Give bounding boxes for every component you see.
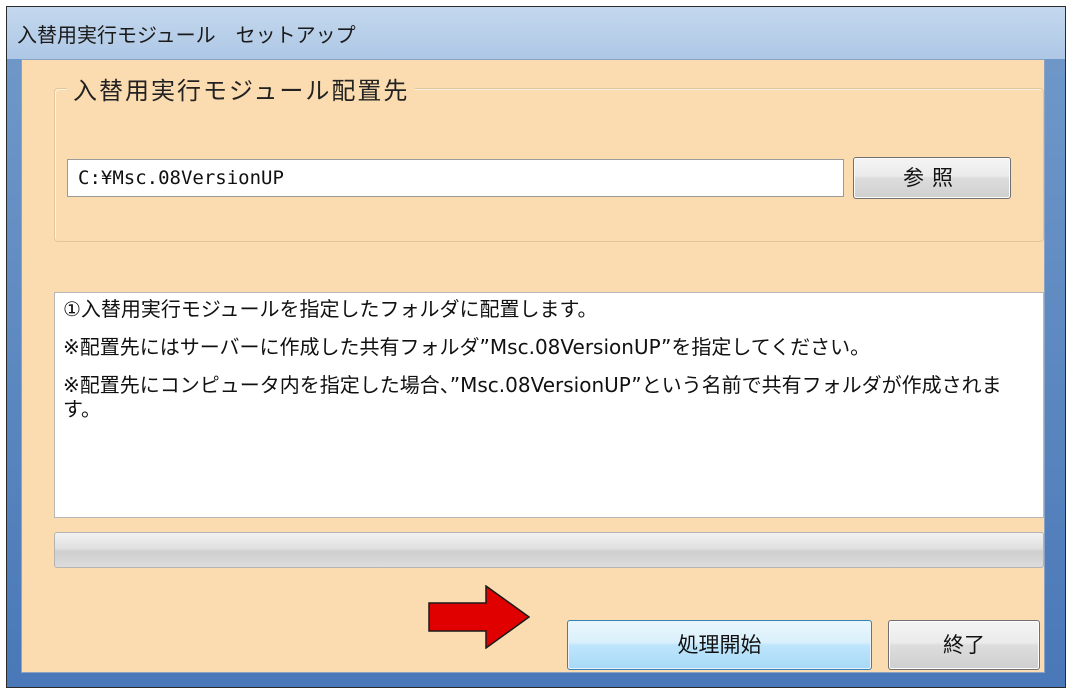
message-area: ①入替用実行モジュールを指定したフォルダに配置します。 ※配置先にはサーバーに作… [54, 292, 1044, 518]
dialog-body: 入替用実行モジュール配置先 参照 ①入替用実行モジュールを指定したフォルダに配置… [21, 59, 1045, 673]
setup-window: 入替用実行モジュール セットアップ 入替用実行モジュール配置先 参照 ①入替用実… [6, 6, 1066, 688]
message-line-3: ※配置先にコンピュータ内を指定した場合、”Msc.08VersionUP”という… [63, 373, 1002, 421]
window-title: 入替用実行モジュール セットアップ [17, 23, 356, 47]
message-line-1: ①入替用実行モジュールを指定したフォルダに配置します。 [63, 297, 598, 321]
message-line-2: ※配置先にはサーバーに作成した共有フォルダ”Msc.08VersionUP”を指… [63, 335, 871, 359]
red-right-arrow-icon [428, 585, 530, 649]
placement-path-input[interactable] [67, 159, 844, 197]
placement-group: 入替用実行モジュール配置先 参照 [54, 71, 1044, 242]
title-bar[interactable]: 入替用実行モジュール セットアップ [7, 7, 1065, 59]
progress-bar [54, 532, 1044, 568]
browse-button[interactable]: 参照 [853, 157, 1011, 199]
arrow-shape [428, 585, 530, 649]
start-processing-button[interactable]: 処理開始 [567, 620, 872, 670]
placement-group-label: 入替用実行モジュール配置先 [67, 71, 416, 106]
exit-button[interactable]: 終了 [888, 620, 1040, 670]
